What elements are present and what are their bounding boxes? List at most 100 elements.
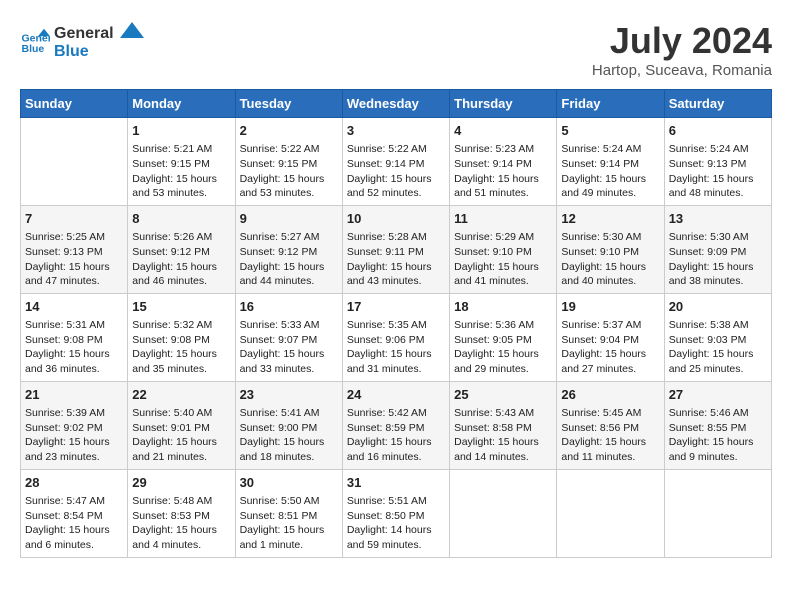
- day-number: 10: [347, 210, 445, 228]
- day-number: 13: [669, 210, 767, 228]
- day-number: 27: [669, 386, 767, 404]
- page-header: General Blue General Blue July 2024 Hart…: [20, 20, 772, 79]
- calendar-cell-w4-d3: 23Sunrise: 5:41 AMSunset: 9:00 PMDayligh…: [235, 381, 342, 469]
- cell-content: 4Sunrise: 5:23 AMSunset: 9:14 PMDaylight…: [454, 122, 552, 201]
- day-number: 18: [454, 298, 552, 316]
- cell-content: 21Sunrise: 5:39 AMSunset: 9:02 PMDayligh…: [25, 386, 123, 465]
- calendar-cell-w5-d3: 30Sunrise: 5:50 AMSunset: 8:51 PMDayligh…: [235, 469, 342, 557]
- day-number: 23: [240, 386, 338, 404]
- day-number: 22: [132, 386, 230, 404]
- cell-content: 28Sunrise: 5:47 AMSunset: 8:54 PMDayligh…: [25, 474, 123, 553]
- day-number: 24: [347, 386, 445, 404]
- day-number: 14: [25, 298, 123, 316]
- calendar-cell-w4-d2: 22Sunrise: 5:40 AMSunset: 9:01 PMDayligh…: [128, 381, 235, 469]
- calendar-cell-w3-d6: 19Sunrise: 5:37 AMSunset: 9:04 PMDayligh…: [557, 293, 664, 381]
- day-number: 26: [561, 386, 659, 404]
- cell-content: 2Sunrise: 5:22 AMSunset: 9:15 PMDaylight…: [240, 122, 338, 201]
- calendar-cell-w5-d2: 29Sunrise: 5:48 AMSunset: 8:53 PMDayligh…: [128, 469, 235, 557]
- calendar-cell-w3-d3: 16Sunrise: 5:33 AMSunset: 9:07 PMDayligh…: [235, 293, 342, 381]
- cell-content: 15Sunrise: 5:32 AMSunset: 9:08 PMDayligh…: [132, 298, 230, 377]
- day-number: 11: [454, 210, 552, 228]
- calendar-cell-w2-d7: 13Sunrise: 5:30 AMSunset: 9:09 PMDayligh…: [664, 205, 771, 293]
- svg-text:General: General: [54, 25, 114, 42]
- day-number: 5: [561, 122, 659, 140]
- calendar-cell-w4-d5: 25Sunrise: 5:43 AMSunset: 8:58 PMDayligh…: [450, 381, 557, 469]
- cell-content: 5Sunrise: 5:24 AMSunset: 9:14 PMDaylight…: [561, 122, 659, 201]
- cell-content: 7Sunrise: 5:25 AMSunset: 9:13 PMDaylight…: [25, 210, 123, 289]
- calendar-cell-w1-d4: 3Sunrise: 5:22 AMSunset: 9:14 PMDaylight…: [342, 118, 449, 206]
- day-number: 8: [132, 210, 230, 228]
- logo: General Blue General Blue: [20, 20, 144, 60]
- cell-content: 22Sunrise: 5:40 AMSunset: 9:01 PMDayligh…: [132, 386, 230, 465]
- calendar-cell-w4-d6: 26Sunrise: 5:45 AMSunset: 8:56 PMDayligh…: [557, 381, 664, 469]
- calendar-cell-w5-d1: 28Sunrise: 5:47 AMSunset: 8:54 PMDayligh…: [21, 469, 128, 557]
- day-number: 25: [454, 386, 552, 404]
- month-year-title: July 2024: [592, 20, 772, 62]
- logo-icon: General Blue: [20, 25, 50, 55]
- calendar-cell-w4-d1: 21Sunrise: 5:39 AMSunset: 9:02 PMDayligh…: [21, 381, 128, 469]
- calendar-cell-w4-d7: 27Sunrise: 5:46 AMSunset: 8:55 PMDayligh…: [664, 381, 771, 469]
- cell-content: 1Sunrise: 5:21 AMSunset: 9:15 PMDaylight…: [132, 122, 230, 201]
- location-subtitle: Hartop, Suceava, Romania: [592, 62, 772, 79]
- day-number: 17: [347, 298, 445, 316]
- cell-content: 14Sunrise: 5:31 AMSunset: 9:08 PMDayligh…: [25, 298, 123, 377]
- svg-text:Blue: Blue: [22, 43, 45, 55]
- cell-content: 8Sunrise: 5:26 AMSunset: 9:12 PMDaylight…: [132, 210, 230, 289]
- day-number: 4: [454, 122, 552, 140]
- week-row-1: 1Sunrise: 5:21 AMSunset: 9:15 PMDaylight…: [21, 118, 772, 206]
- calendar-cell-w1-d1: [21, 118, 128, 206]
- header-sunday: Sunday: [21, 90, 128, 118]
- calendar-cell-w1-d6: 5Sunrise: 5:24 AMSunset: 9:14 PMDaylight…: [557, 118, 664, 206]
- day-number: 19: [561, 298, 659, 316]
- cell-content: 24Sunrise: 5:42 AMSunset: 8:59 PMDayligh…: [347, 386, 445, 465]
- calendar-cell-w1-d7: 6Sunrise: 5:24 AMSunset: 9:13 PMDaylight…: [664, 118, 771, 206]
- day-number: 21: [25, 386, 123, 404]
- cell-content: 19Sunrise: 5:37 AMSunset: 9:04 PMDayligh…: [561, 298, 659, 377]
- cell-content: 27Sunrise: 5:46 AMSunset: 8:55 PMDayligh…: [669, 386, 767, 465]
- cell-content: 11Sunrise: 5:29 AMSunset: 9:10 PMDayligh…: [454, 210, 552, 289]
- calendar-cell-w5-d7: [664, 469, 771, 557]
- day-number: 29: [132, 474, 230, 492]
- calendar-cell-w1-d3: 2Sunrise: 5:22 AMSunset: 9:15 PMDaylight…: [235, 118, 342, 206]
- calendar-cell-w3-d4: 17Sunrise: 5:35 AMSunset: 9:06 PMDayligh…: [342, 293, 449, 381]
- svg-text:Blue: Blue: [54, 43, 89, 60]
- header-thursday: Thursday: [450, 90, 557, 118]
- calendar-cell-w2-d2: 8Sunrise: 5:26 AMSunset: 9:12 PMDaylight…: [128, 205, 235, 293]
- day-number: 20: [669, 298, 767, 316]
- logo-svg: General Blue: [54, 20, 144, 60]
- weekday-header-row: Sunday Monday Tuesday Wednesday Thursday…: [21, 90, 772, 118]
- cell-content: 31Sunrise: 5:51 AMSunset: 8:50 PMDayligh…: [347, 474, 445, 553]
- calendar-cell-w5-d4: 31Sunrise: 5:51 AMSunset: 8:50 PMDayligh…: [342, 469, 449, 557]
- day-number: 28: [25, 474, 123, 492]
- day-number: 30: [240, 474, 338, 492]
- cell-content: 29Sunrise: 5:48 AMSunset: 8:53 PMDayligh…: [132, 474, 230, 553]
- calendar-cell-w2-d5: 11Sunrise: 5:29 AMSunset: 9:10 PMDayligh…: [450, 205, 557, 293]
- cell-content: 12Sunrise: 5:30 AMSunset: 9:10 PMDayligh…: [561, 210, 659, 289]
- day-number: 16: [240, 298, 338, 316]
- day-number: 15: [132, 298, 230, 316]
- calendar-cell-w5-d5: [450, 469, 557, 557]
- day-number: 31: [347, 474, 445, 492]
- week-row-4: 21Sunrise: 5:39 AMSunset: 9:02 PMDayligh…: [21, 381, 772, 469]
- calendar-cell-w2-d3: 9Sunrise: 5:27 AMSunset: 9:12 PMDaylight…: [235, 205, 342, 293]
- calendar-cell-w1-d5: 4Sunrise: 5:23 AMSunset: 9:14 PMDaylight…: [450, 118, 557, 206]
- header-tuesday: Tuesday: [235, 90, 342, 118]
- day-number: 3: [347, 122, 445, 140]
- calendar-cell-w3-d2: 15Sunrise: 5:32 AMSunset: 9:08 PMDayligh…: [128, 293, 235, 381]
- cell-content: 30Sunrise: 5:50 AMSunset: 8:51 PMDayligh…: [240, 474, 338, 553]
- cell-content: 16Sunrise: 5:33 AMSunset: 9:07 PMDayligh…: [240, 298, 338, 377]
- header-monday: Monday: [128, 90, 235, 118]
- day-number: 1: [132, 122, 230, 140]
- calendar-cell-w3-d5: 18Sunrise: 5:36 AMSunset: 9:05 PMDayligh…: [450, 293, 557, 381]
- day-number: 2: [240, 122, 338, 140]
- calendar-cell-w2-d1: 7Sunrise: 5:25 AMSunset: 9:13 PMDaylight…: [21, 205, 128, 293]
- header-wednesday: Wednesday: [342, 90, 449, 118]
- calendar-cell-w2-d4: 10Sunrise: 5:28 AMSunset: 9:11 PMDayligh…: [342, 205, 449, 293]
- cell-content: 9Sunrise: 5:27 AMSunset: 9:12 PMDaylight…: [240, 210, 338, 289]
- day-number: 9: [240, 210, 338, 228]
- cell-content: 20Sunrise: 5:38 AMSunset: 9:03 PMDayligh…: [669, 298, 767, 377]
- week-row-5: 28Sunrise: 5:47 AMSunset: 8:54 PMDayligh…: [21, 469, 772, 557]
- week-row-3: 14Sunrise: 5:31 AMSunset: 9:08 PMDayligh…: [21, 293, 772, 381]
- cell-content: 3Sunrise: 5:22 AMSunset: 9:14 PMDaylight…: [347, 122, 445, 201]
- calendar-cell-w2-d6: 12Sunrise: 5:30 AMSunset: 9:10 PMDayligh…: [557, 205, 664, 293]
